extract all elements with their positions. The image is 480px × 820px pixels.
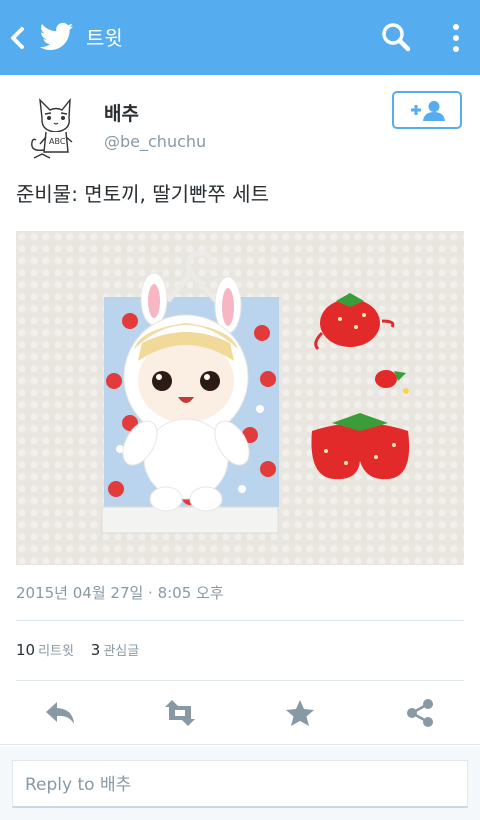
tweet-stats: 10 리트윗 3 관심글 [16, 640, 151, 662]
divider [16, 620, 464, 621]
tweet-actions [0, 690, 480, 736]
more-vertical-icon[interactable] [448, 22, 464, 54]
twitter-bird-icon[interactable] [40, 22, 74, 52]
favorite-icon[interactable] [283, 698, 317, 728]
svg-text:ABC: ABC [49, 137, 66, 146]
retweet-count[interactable]: 10 [16, 641, 35, 659]
favorite-count[interactable]: 3 [91, 641, 101, 659]
reply-box[interactable] [12, 760, 468, 808]
add-user-icon [411, 101, 445, 121]
tweet-text: 준비물: 면토끼, 딸기빤쭈 세트 [16, 182, 269, 206]
share-icon[interactable] [403, 698, 437, 728]
favorite-label[interactable]: 관심글 [103, 644, 139, 659]
reply-area [0, 746, 480, 820]
tweet-photo[interactable] [16, 231, 464, 565]
retweet-icon[interactable] [163, 698, 197, 728]
reply-icon[interactable] [43, 698, 77, 728]
author-header: ABC 배추 @be_chuchu [0, 75, 480, 175]
tweet-photo-image [16, 231, 464, 565]
tweet-timestamp: 2015년 04월 27일 · 8:05 오후 [16, 584, 224, 602]
follow-button[interactable] [392, 91, 462, 129]
retweet-label[interactable]: 리트윗 [38, 644, 74, 659]
divider [0, 744, 480, 745]
author-name[interactable]: 배추 [104, 102, 139, 126]
page-title: 트윗 [86, 26, 123, 50]
back-icon[interactable] [8, 26, 26, 50]
avatar[interactable]: ABC [20, 92, 88, 162]
author-handle[interactable]: @be_chuchu [104, 132, 206, 152]
reply-input[interactable] [23, 769, 457, 801]
top-bar: 트윗 [0, 0, 480, 75]
search-icon[interactable] [380, 21, 412, 53]
divider [16, 680, 464, 681]
